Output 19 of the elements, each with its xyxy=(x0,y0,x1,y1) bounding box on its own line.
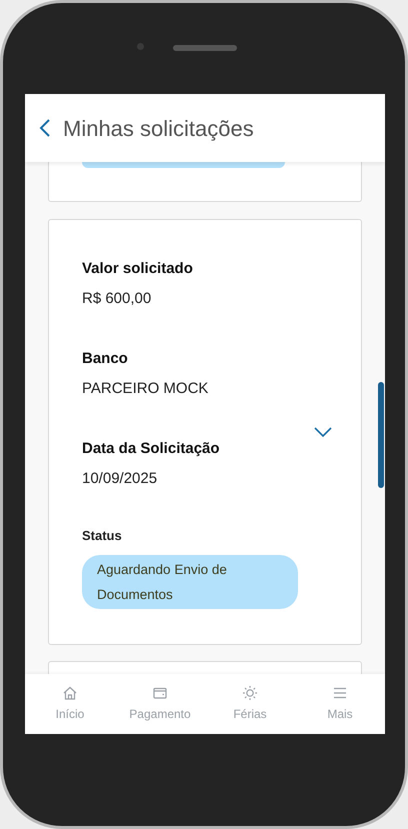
menu-icon xyxy=(332,685,348,701)
status-label: Status xyxy=(82,527,122,545)
field-label: Banco xyxy=(82,349,128,369)
field-value: 10/09/2025 xyxy=(82,469,158,489)
status-pill: Aguardando Envio de Documentos xyxy=(82,555,298,609)
nav-tab[interactable]: Mais xyxy=(295,674,385,734)
home-icon xyxy=(62,685,78,701)
speaker-grille xyxy=(173,45,237,51)
field-value: PARCEIRO MOCK xyxy=(82,379,208,399)
field-label: Data da Solicitação xyxy=(82,439,220,459)
field-label: Valor solicitado xyxy=(82,259,193,279)
nav-tab[interactable]: Pagamento xyxy=(115,674,205,734)
page-title: Minhas solicitações xyxy=(63,114,254,143)
expand-button[interactable] xyxy=(313,425,333,439)
sun-icon xyxy=(242,685,258,701)
nav-tab[interactable]: Férias xyxy=(205,674,295,734)
nav-tab[interactable]: Início xyxy=(25,674,115,734)
field-value: R$ 600,00 xyxy=(82,289,152,309)
wallet-icon xyxy=(152,685,168,701)
